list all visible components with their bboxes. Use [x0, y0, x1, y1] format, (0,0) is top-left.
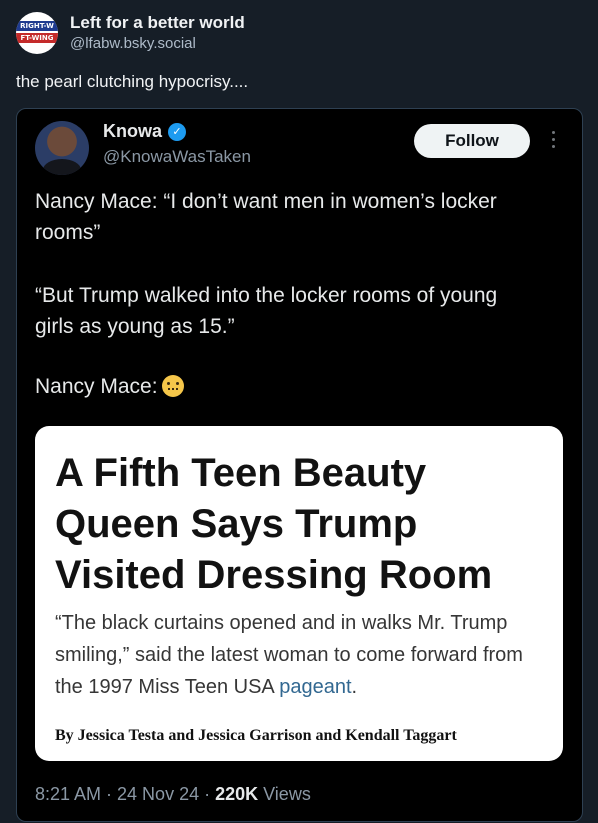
- author-handle[interactable]: @lfabw.bsky.social: [70, 34, 245, 54]
- follow-button[interactable]: Follow: [414, 124, 530, 158]
- verified-badge-icon: ✓: [168, 122, 187, 141]
- avatar-shirt: [43, 159, 81, 175]
- grimacing-face-icon: [161, 375, 184, 397]
- tweet-author-handle[interactable]: @KnowaWasTaken: [103, 147, 251, 167]
- article-image-card[interactable]: A Fifth Teen Beauty Queen Says Trump Vis…: [35, 426, 563, 761]
- tweet-paragraph-2: “But Trump walked into the locker rooms …: [35, 284, 498, 338]
- article-headline: A Fifth Teen Beauty Queen Says Trump Vis…: [55, 451, 493, 597]
- tweet-paragraph-3-text: Nancy Mace:: [35, 375, 158, 398]
- author-name[interactable]: Left for a better world: [70, 12, 245, 34]
- tweet-author-name-row[interactable]: Knowa ✓: [103, 121, 187, 142]
- post-header: RIGHT-W FT-WING Left for a better world …: [16, 12, 245, 54]
- tweet-author-name: Knowa: [103, 121, 163, 141]
- views-label: Views: [258, 784, 311, 804]
- avatar-text-top: RIGHT-W: [20, 22, 54, 30]
- article-dek-end: .: [351, 676, 358, 698]
- avatar-text-bottom: FT-WING: [20, 34, 54, 42]
- embedded-tweet[interactable]: Knowa ✓ @KnowaWasTaken Follow Nancy Mace…: [16, 108, 583, 822]
- views-count: 220K: [215, 784, 259, 804]
- tweet-timestamp[interactable]: 8:21 AM · 24 Nov 24 ·: [35, 784, 215, 804]
- post-text: the pearl clutching hypocrisy....: [16, 72, 249, 91]
- article-dek-link: pageant: [279, 676, 352, 698]
- tweet-paragraph-1: Nancy Mace: “I don’t want men in women’s…: [35, 190, 497, 244]
- article-byline: By Jessica Testa and Jessica Garrison an…: [55, 727, 457, 744]
- author-avatar[interactable]: RIGHT-W FT-WING: [16, 12, 58, 54]
- more-options-icon[interactable]: [550, 131, 556, 153]
- author-info: Left for a better world @lfabw.bsky.soci…: [70, 12, 245, 54]
- tweet-paragraph-3: Nancy Mace:: [35, 371, 184, 402]
- tweet-author-avatar[interactable]: [35, 121, 89, 175]
- article-dek: “The black curtains opened and in walks …: [55, 607, 555, 703]
- tweet-meta: 8:21 AM · 24 Nov 24 · 220K Views: [35, 784, 311, 805]
